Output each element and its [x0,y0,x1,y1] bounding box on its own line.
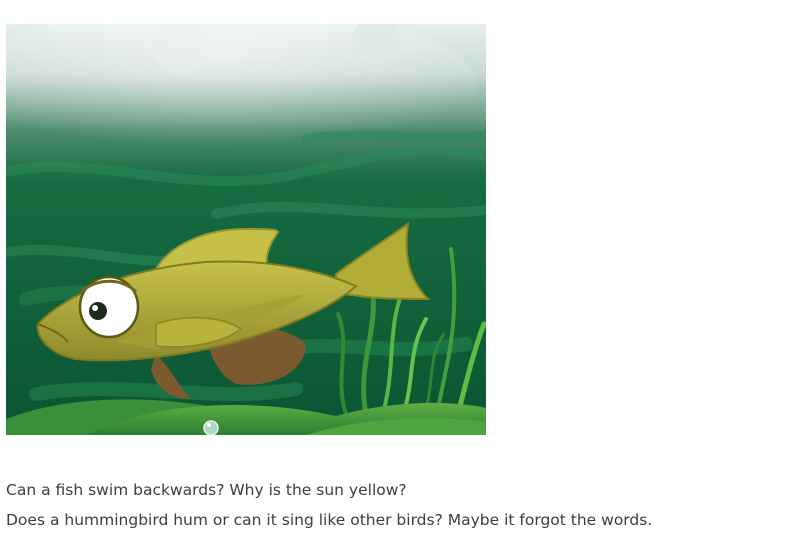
bubble-icon [203,420,219,435]
caption-line-1: Can a fish swim backwards? Why is the su… [6,481,407,499]
caption-line-2: Does a hummingbird hum or can it sing li… [6,511,653,529]
fish-illustration [6,24,486,435]
